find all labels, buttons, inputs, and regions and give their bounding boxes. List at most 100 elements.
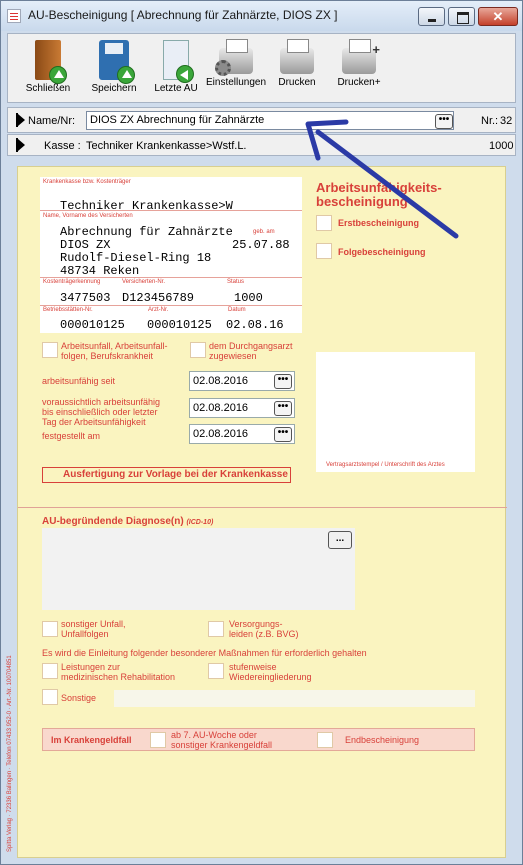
close-icon: ✕ <box>492 9 504 24</box>
krankengeld-label: Im Krankengeldfall <box>51 735 132 745</box>
reha-checkbox[interactable] <box>42 663 58 679</box>
massnahmen-label: Es wird die Einleitung folgender besonde… <box>42 648 367 658</box>
ausfertigung-banner: Ausfertigung zur Vorlage bei der Kranken… <box>42 467 291 483</box>
au-seit-value: 02.08.2016 <box>193 375 249 387</box>
versorgungsleiden-checkbox[interactable] <box>208 621 224 637</box>
kasse-row: Kasse : Techniker Krankenkasse>Wstf.L. 1… <box>7 134 516 156</box>
sonstige-input[interactable] <box>114 690 475 707</box>
bs-label: Betriebsstätten-Nr. <box>43 307 93 313</box>
au-window: AU-Bescheinigung [ Abrechnung für Zahnär… <box>0 0 523 865</box>
date-picker-button[interactable]: ••• <box>274 427 292 442</box>
sonstige-label: Sonstige <box>61 693 97 703</box>
sonstiger-unfall-checkbox[interactable] <box>42 621 58 637</box>
vers-value: D123456789 <box>122 291 195 305</box>
row-expand-icon[interactable] <box>16 113 25 127</box>
side-imprint-text: Spitta Verlag · 72336 Balingen · Telefon… <box>7 655 13 852</box>
name-label: Name/Nr: <box>28 115 76 127</box>
diagnose-field[interactable] <box>42 528 355 610</box>
divider <box>40 210 302 211</box>
wiedereingliederung-label-1: stufenweise <box>229 662 277 672</box>
printer-plus-icon: + <box>342 39 380 74</box>
erstbescheinigung-checkbox[interactable] <box>316 215 332 231</box>
side-imprint: Spitta Verlag · 72336 Balingen · Telefon… <box>7 612 17 852</box>
durchgangsarzt-checkbox[interactable] <box>190 342 206 358</box>
name-line2: DIOS ZX <box>60 238 111 252</box>
datum-label: Datum <box>228 307 246 313</box>
wiedereingliederung-label-2: Wiedereingliederung <box>229 672 312 682</box>
gear-icon <box>215 60 231 76</box>
festgestellt-date[interactable]: 02.08.2016 ••• <box>189 424 295 444</box>
arbeitsunfall-checkbox[interactable] <box>42 342 58 358</box>
date-picker-button[interactable]: ••• <box>274 374 292 389</box>
festgestellt-value: 02.08.2016 <box>193 428 249 440</box>
bs-value: 000010125 <box>60 318 125 332</box>
nr-value: 32 <box>500 115 513 127</box>
versorgungsleiden-label-2: leiden (z.B. BVG) <box>229 629 299 639</box>
drucken-button[interactable]: Drucken <box>272 38 322 100</box>
status-value: 1000 <box>234 291 263 305</box>
au-form: Krankenkasse bzw. Kostenträger Techniker… <box>7 166 507 858</box>
diagnose-lookup-button[interactable]: ... <box>328 531 352 549</box>
minimize-button[interactable] <box>418 7 445 26</box>
patient-name-input[interactable]: DIOS ZX Abrechnung für Zahnärzte <box>86 111 454 130</box>
letzte-au-label: Letzte AU <box>154 83 198 94</box>
patient-lookup-button[interactable]: ••• <box>435 114 453 129</box>
folgebescheinigung-checkbox[interactable] <box>316 243 332 259</box>
erstbescheinigung-label: Erstbescheinigung <box>338 218 420 228</box>
toolbar: Schließen Speichern Letzte AU Einstellun… <box>7 33 516 103</box>
durchgangsarzt-label-1: dem Durchgangsarzt <box>209 341 293 351</box>
close-button[interactable]: ✕ <box>478 7 518 26</box>
au-seit-label: arbeitsunfähig seit <box>42 376 116 386</box>
vorauss-date[interactable]: 02.08.2016 ••• <box>189 398 295 418</box>
city: 48734 Reken <box>60 264 140 278</box>
sonstiger-unfall-label-1: sonstiger Unfall, <box>61 619 126 629</box>
divider <box>40 277 302 278</box>
einstellungen-button[interactable]: Einstellungen <box>206 38 266 100</box>
plus-icon: + <box>372 42 380 57</box>
speichern-button[interactable]: Speichern <box>88 38 140 100</box>
versicherter-label: Name, Vorname des Versicherten <box>43 213 133 219</box>
name-line1: Abrechnung für Zahnärzte <box>60 225 233 239</box>
drucken-plus-button[interactable]: + Drucken+ <box>332 38 386 100</box>
section-divider <box>18 507 507 508</box>
durchgangsarzt-label-2: zugewiesen <box>209 351 257 361</box>
nr-label: Nr.: <box>481 115 499 127</box>
ab-7-woche-label-2: sonstiger Krankengeldfall <box>171 740 273 750</box>
form-title-1: Arbeitsunfähigkeits- <box>316 180 442 195</box>
patient-data-box: Krankenkasse bzw. Kostenträger Techniker… <box>40 177 302 333</box>
geb-value: 25.07.88 <box>232 238 290 252</box>
datum-value: 02.08.16 <box>226 318 284 332</box>
window-title: AU-Bescheinigung [ Abrechnung für Zahnär… <box>28 8 338 22</box>
schliessen-button[interactable]: Schließen <box>24 38 72 100</box>
arzt-value: 000010125 <box>147 318 212 332</box>
title-bar: AU-Bescheinigung [ Abrechnung für Zahnär… <box>1 1 522 31</box>
status-label: Status <box>227 279 245 285</box>
au-seit-date[interactable]: 02.08.2016 ••• <box>189 371 295 391</box>
reha-label-2: medizinischen Rehabilitation <box>61 672 176 682</box>
arrow-left-icon <box>176 65 194 83</box>
wiedereingliederung-checkbox[interactable] <box>208 663 224 679</box>
date-picker-button[interactable]: ••• <box>274 401 292 416</box>
row-expand-icon[interactable] <box>16 138 25 152</box>
kasse-label: Kasse : <box>44 140 81 152</box>
festgestellt-label: festgestellt am <box>42 431 101 441</box>
door-exit-icon <box>35 40 67 84</box>
ab-7-woche-checkbox[interactable] <box>150 732 166 748</box>
arbeitsunfall-label-1: Arbeitsunfall, Arbeitsunfall- <box>61 341 168 351</box>
ab-7-woche-label-1: ab 7. AU-Woche oder <box>171 730 257 740</box>
kt-label: Kostenträgerkennung <box>43 279 101 285</box>
diagnose-label: AU-begründende Diagnose(n) <box>42 516 184 527</box>
patient-name-row: Name/Nr: DIOS ZX Abrechnung für Zahnärzt… <box>7 107 516 133</box>
street: Rudolf-Diesel-Ring 18 <box>60 251 212 265</box>
drucken-plus-label: Drucken+ <box>337 77 381 88</box>
maximize-button[interactable] <box>448 7 475 26</box>
divider <box>40 305 302 306</box>
letzte-au-button[interactable]: Letzte AU <box>150 38 202 100</box>
sonstige-checkbox[interactable] <box>42 689 58 705</box>
form-title-2: bescheinigung <box>316 194 408 209</box>
endbescheinigung-checkbox[interactable] <box>317 732 333 748</box>
schliessen-label: Schließen <box>25 83 71 94</box>
einstellungen-label: Einstellungen <box>206 77 267 88</box>
drucken-label: Drucken <box>278 77 316 88</box>
vorauss-label-2: bis einschließlich oder letzter <box>42 407 158 417</box>
